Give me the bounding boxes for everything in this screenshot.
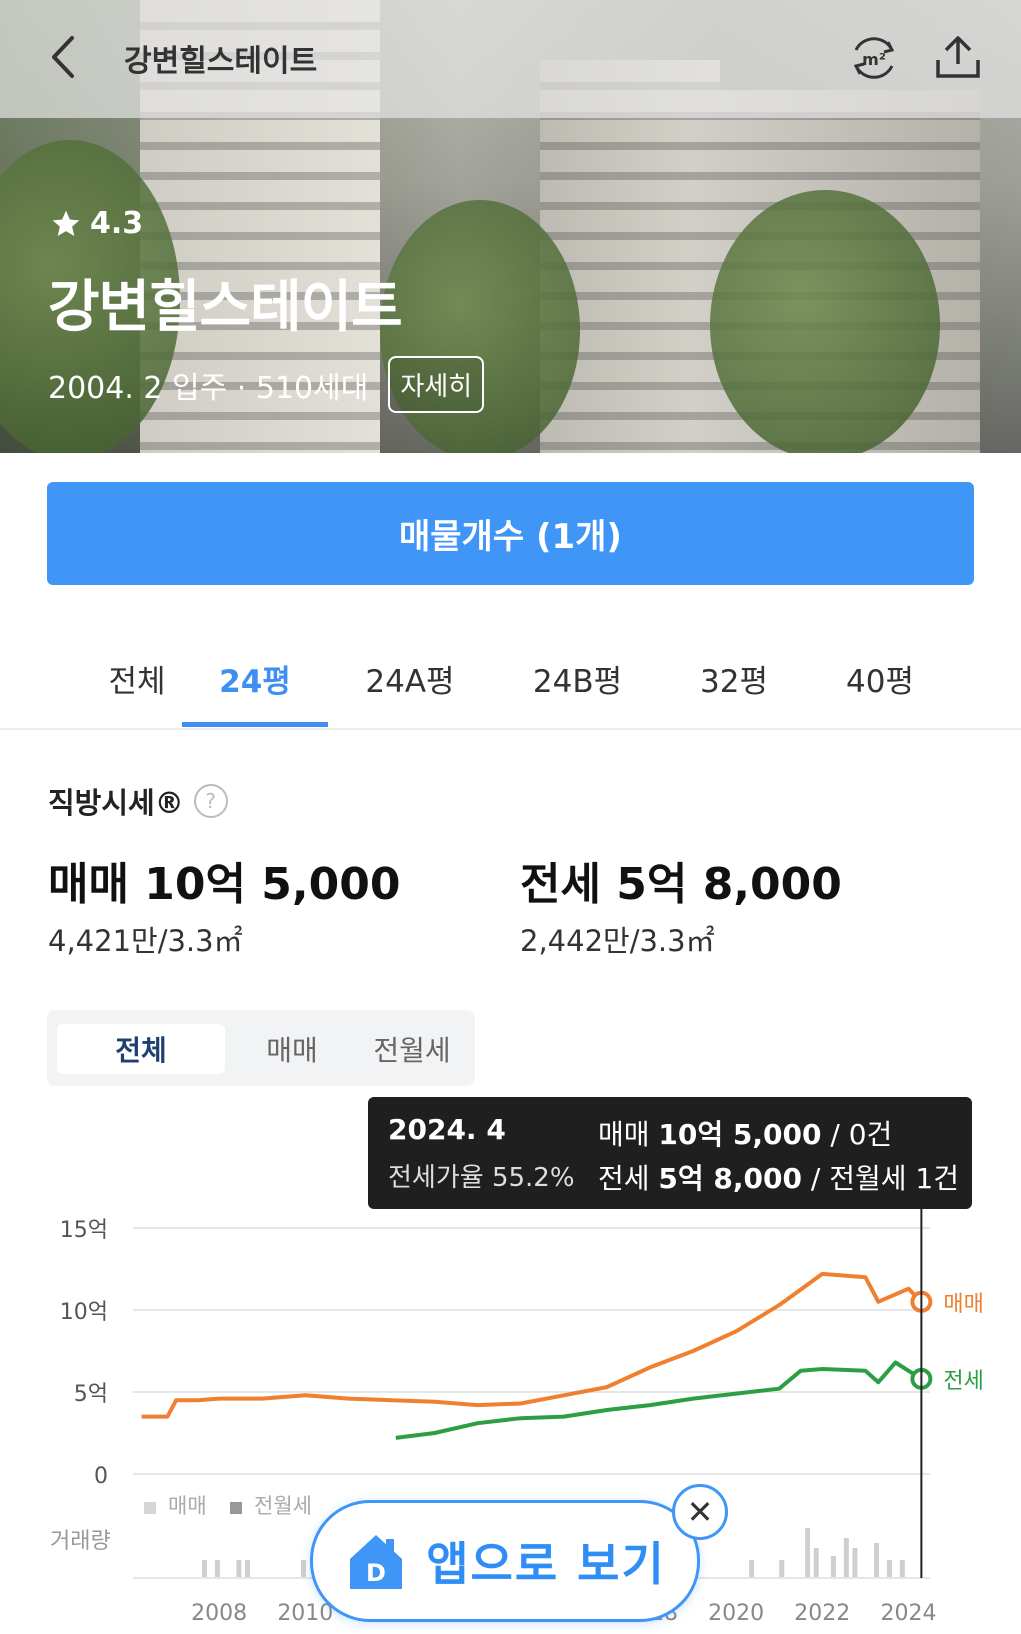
volume-bar bbox=[852, 1548, 858, 1578]
x-tick-label: 2010 bbox=[277, 1601, 333, 1626]
price-section-title: 직방시세® ? bbox=[48, 780, 228, 822]
star-icon bbox=[52, 210, 80, 236]
sale-series-line bbox=[141, 1271, 923, 1419]
open-app-banner[interactable]: D 앱으로 보기 bbox=[310, 1500, 700, 1622]
volume-bar bbox=[779, 1560, 785, 1578]
tooltip-jeonse-label: 전세 bbox=[598, 1162, 659, 1195]
filter-rent[interactable]: 전월세 bbox=[357, 1024, 467, 1074]
section-title-text: 직방시세® bbox=[48, 786, 184, 820]
y-tick-label: 10억 bbox=[60, 1300, 108, 1325]
tooltip-sale-value: 10억 5,000 bbox=[658, 1118, 822, 1151]
volume-bar bbox=[214, 1560, 220, 1578]
open-app-label: 앱으로 보기 bbox=[426, 1537, 666, 1591]
volume-legend-sale: 매매 bbox=[168, 1494, 207, 1518]
jeonse-series-line bbox=[395, 1360, 923, 1440]
x-tick-label: 2008 bbox=[191, 1601, 247, 1626]
sale-series-label: 매매 bbox=[943, 1292, 983, 1317]
volume-bar bbox=[886, 1560, 892, 1578]
tooltip-sale-count: / 0건 bbox=[821, 1118, 893, 1151]
listing-count-button[interactable]: 매물개수 (1개) bbox=[47, 482, 974, 585]
share-icon[interactable] bbox=[932, 30, 984, 82]
x-tick-label: 2022 bbox=[794, 1601, 850, 1626]
sale-price-per-unit: 4,421만/3.3㎡ bbox=[48, 924, 243, 958]
jeonse-price: 전세 5억 8,000 bbox=[520, 859, 842, 910]
x-tick-label: 2024 bbox=[880, 1601, 936, 1626]
volume-bar bbox=[873, 1543, 879, 1578]
volume-bar bbox=[245, 1560, 251, 1578]
header-title: 강변힐스테이트 bbox=[124, 44, 318, 79]
volume-bar bbox=[813, 1548, 819, 1578]
volume-bar bbox=[301, 1560, 307, 1578]
size-tabs: 전체 24평 24A평 24B평 32평 40평 bbox=[0, 640, 1021, 730]
rating-value: 4.3 bbox=[90, 206, 144, 241]
move-in-households: 2004. 2 입주 · 510세대 bbox=[48, 370, 369, 406]
tooltip-sale-label: 매매 bbox=[598, 1118, 659, 1151]
tree-illustration bbox=[710, 190, 940, 453]
y-tick-label: 5억 bbox=[74, 1382, 108, 1407]
apartment-name: 강변힐스테이트 bbox=[48, 275, 403, 340]
rating: 4.3 bbox=[50, 206, 143, 241]
zigbang-logo-icon: D bbox=[350, 1535, 403, 1589]
tab-24a[interactable]: 24A평 bbox=[350, 656, 470, 701]
tooltip-jeonse-value: 5억 8,000 bbox=[658, 1162, 802, 1195]
tab-24[interactable]: 24평 bbox=[200, 656, 310, 701]
jeonse-series-label: 전세 bbox=[943, 1369, 983, 1394]
x-tick-label: 2020 bbox=[708, 1601, 764, 1626]
tab-32[interactable]: 32평 bbox=[686, 656, 782, 701]
tooltip-date: 2024. 4 bbox=[388, 1113, 506, 1146]
volume-label: 거래량 bbox=[50, 1529, 111, 1554]
y-tick-label: 15억 bbox=[60, 1218, 108, 1243]
volume-bar bbox=[201, 1560, 207, 1578]
tooltip-jeonse-count: / 전월세 1건 bbox=[801, 1162, 959, 1195]
volume-legend-sale-swatch bbox=[144, 1502, 156, 1514]
tree-illustration bbox=[380, 200, 580, 453]
filter-all[interactable]: 전체 bbox=[57, 1024, 225, 1074]
top-bar: 강변힐스테이트 m² bbox=[0, 0, 1021, 118]
active-tab-indicator bbox=[182, 722, 328, 727]
tab-24b[interactable]: 24B평 bbox=[515, 656, 640, 701]
tab-all[interactable]: 전체 bbox=[82, 656, 192, 701]
tab-40[interactable]: 40평 bbox=[832, 656, 928, 701]
volume-bar bbox=[236, 1560, 242, 1578]
hero-image: 강변힐스테이트 m² 4.3 강변힐스테이트 2004. 2 입주 · 510세… bbox=[0, 0, 1021, 453]
jeonse-price-per-unit: 2,442만/3.3㎡ bbox=[520, 924, 715, 958]
close-banner-icon[interactable]: ✕ bbox=[672, 1484, 728, 1540]
sale-price: 매매 10억 5,000 bbox=[48, 859, 401, 910]
apartment-meta: 2004. 2 입주 · 510세대 자세히 bbox=[48, 356, 485, 413]
chart-tooltip: 2024. 4 전세가율 55.2% 매매 10억 5,000 / 0건 전세 … bbox=[368, 1097, 972, 1209]
tooltip-sale: 매매 10억 5,000 / 0건 bbox=[598, 1113, 892, 1153]
chart-filter: 전체 매매 전월세 bbox=[47, 1010, 475, 1086]
svg-text:D: D bbox=[366, 1559, 386, 1587]
volume-bar bbox=[899, 1560, 905, 1578]
detail-button[interactable]: 자세히 bbox=[388, 356, 485, 413]
y-tick-label: 0 bbox=[94, 1464, 108, 1489]
volume-legend-rent-swatch bbox=[230, 1502, 242, 1514]
area-unit-text: m² bbox=[862, 50, 886, 69]
back-arrow-icon[interactable] bbox=[44, 32, 84, 82]
help-icon[interactable]: ? bbox=[193, 784, 228, 818]
tooltip-jeonse: 전세 5억 8,000 / 전월세 1건 bbox=[598, 1157, 959, 1197]
volume-legend-rent: 전월세 bbox=[254, 1494, 312, 1518]
volume-bar bbox=[843, 1538, 849, 1578]
area-unit-toggle-icon[interactable]: m² bbox=[848, 32, 900, 84]
tooltip-ratio: 전세가율 55.2% bbox=[388, 1163, 575, 1193]
filter-sale[interactable]: 매매 bbox=[237, 1024, 347, 1074]
volume-bar bbox=[830, 1556, 836, 1578]
volume-bar bbox=[805, 1528, 811, 1578]
volume-bar bbox=[749, 1560, 755, 1578]
